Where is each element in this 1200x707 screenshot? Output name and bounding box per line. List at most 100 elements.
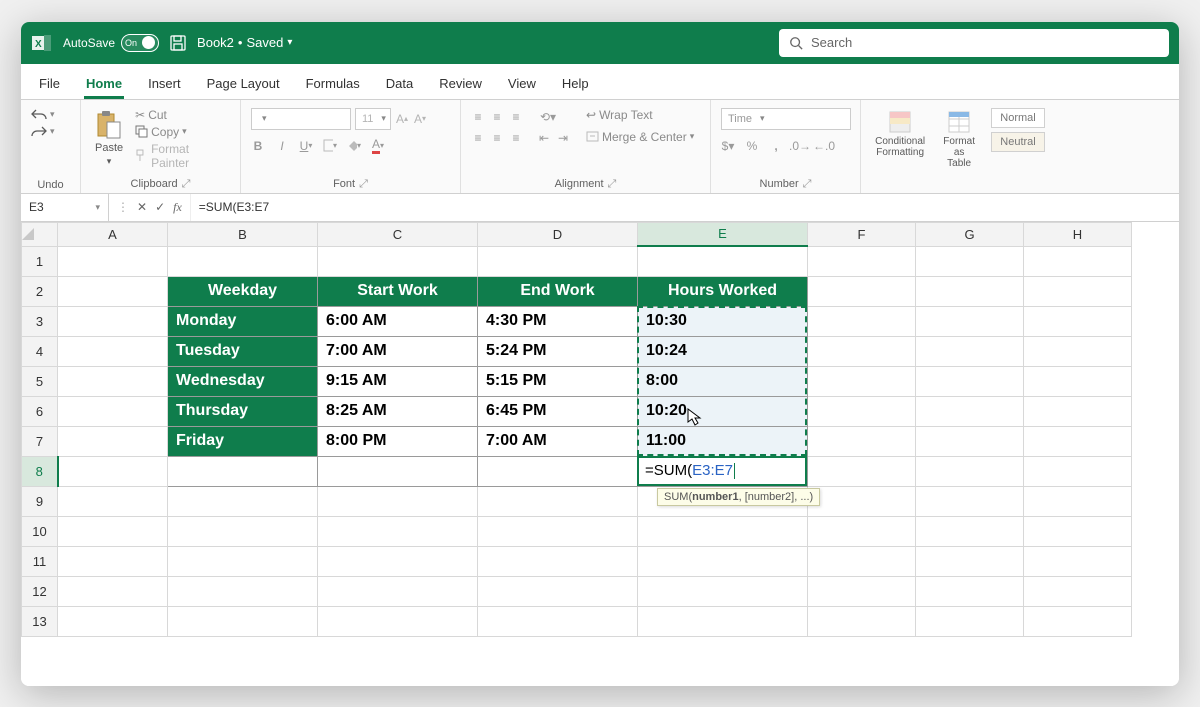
cell-B11[interactable] (168, 546, 318, 576)
tab-home[interactable]: Home (84, 68, 124, 99)
row-header-1[interactable]: 1 (22, 246, 58, 276)
col-header-G[interactable]: G (916, 222, 1024, 246)
cell-B9[interactable] (168, 486, 318, 516)
cell-H7[interactable] (1024, 426, 1132, 456)
cell-E1[interactable] (638, 246, 808, 276)
cell-E2[interactable]: Hours Worked (638, 276, 808, 306)
cell-E10[interactable] (638, 516, 808, 546)
style-neutral[interactable]: Neutral (991, 132, 1045, 152)
bold-button[interactable]: B (251, 139, 265, 153)
redo-button[interactable]: ▾ (31, 125, 55, 139)
font-size-select[interactable]: 11 (355, 108, 391, 130)
percent-icon[interactable]: % (745, 139, 759, 153)
cell-G9[interactable] (916, 486, 1024, 516)
col-header-A[interactable]: A (58, 222, 168, 246)
row-header-4[interactable]: 4 (22, 336, 58, 366)
style-normal[interactable]: Normal (991, 108, 1045, 128)
cell-B3[interactable]: Monday (168, 306, 318, 336)
cell-H4[interactable] (1024, 336, 1132, 366)
cell-D3[interactable]: 4:30 PM (478, 306, 638, 336)
cell-B10[interactable] (168, 516, 318, 546)
cell-G11[interactable] (916, 546, 1024, 576)
cell-F11[interactable] (808, 546, 916, 576)
tab-data[interactable]: Data (384, 68, 415, 99)
cell-C13[interactable] (318, 606, 478, 636)
save-icon[interactable] (169, 34, 187, 52)
cell-D10[interactable] (478, 516, 638, 546)
align-bottom-icon[interactable]: ≡ (509, 110, 523, 124)
cell-G4[interactable] (916, 336, 1024, 366)
font-name-select[interactable] (251, 108, 351, 130)
decrease-indent-icon[interactable]: ⇤ (537, 131, 551, 145)
row-header-2[interactable]: 2 (22, 276, 58, 306)
increase-decimal-icon[interactable]: .0→ (793, 139, 807, 153)
col-header-C[interactable]: C (318, 222, 478, 246)
cell-G3[interactable] (916, 306, 1024, 336)
name-box[interactable]: E3 ▾ (21, 194, 109, 221)
tab-review[interactable]: Review (437, 68, 484, 99)
number-format-select[interactable]: Time (721, 108, 851, 130)
cell-G13[interactable] (916, 606, 1024, 636)
italic-button[interactable]: I (275, 139, 289, 153)
cell-A4[interactable] (58, 336, 168, 366)
cell-E4[interactable]: 10:24 (638, 336, 808, 366)
cell-D13[interactable] (478, 606, 638, 636)
col-header-B[interactable]: B (168, 222, 318, 246)
cell-C6[interactable]: 8:25 AM (318, 396, 478, 426)
cell-B6[interactable]: Thursday (168, 396, 318, 426)
cell-C3[interactable]: 6:00 AM (318, 306, 478, 336)
fx-icon[interactable]: fx (173, 200, 182, 215)
col-header-F[interactable]: F (808, 222, 916, 246)
cell-E11[interactable] (638, 546, 808, 576)
tab-file[interactable]: File (37, 68, 62, 99)
cut-button[interactable]: ✂ Cut (135, 108, 230, 122)
tab-formulas[interactable]: Formulas (304, 68, 362, 99)
tab-page-layout[interactable]: Page Layout (205, 68, 282, 99)
cell-B5[interactable]: Wednesday (168, 366, 318, 396)
cell-F6[interactable] (808, 396, 916, 426)
cell-A12[interactable] (58, 576, 168, 606)
namebox-expand-icon[interactable]: ⋮ (117, 200, 129, 214)
cell-F1[interactable] (808, 246, 916, 276)
cell-F7[interactable] (808, 426, 916, 456)
tab-view[interactable]: View (506, 68, 538, 99)
cell-D7[interactable]: 7:00 AM (478, 426, 638, 456)
cell-G7[interactable] (916, 426, 1024, 456)
row-header-9[interactable]: 9 (22, 486, 58, 516)
cell-A7[interactable] (58, 426, 168, 456)
number-launcher[interactable]: ⤢ (803, 178, 812, 191)
grid-area[interactable]: ABCDEFGH12WeekdayStart WorkEnd WorkHours… (21, 222, 1179, 686)
select-all[interactable] (22, 222, 58, 246)
tab-help[interactable]: Help (560, 68, 591, 99)
conditional-formatting-button[interactable]: Conditional Formatting (871, 108, 929, 160)
cell-A9[interactable] (58, 486, 168, 516)
row-header-8[interactable]: 8 (22, 456, 58, 486)
cancel-formula-icon[interactable]: ✕ (137, 200, 147, 214)
cell-D4[interactable]: 5:24 PM (478, 336, 638, 366)
cell-H3[interactable] (1024, 306, 1132, 336)
align-middle-icon[interactable]: ≡ (490, 110, 504, 124)
border-button[interactable]: ▾ (323, 139, 337, 153)
copy-button[interactable]: Copy ▾ (135, 125, 230, 139)
cell-B4[interactable]: Tuesday (168, 336, 318, 366)
cell-B1[interactable] (168, 246, 318, 276)
cell-G10[interactable] (916, 516, 1024, 546)
format-as-table-button[interactable]: Format as Table (937, 108, 981, 171)
cell-H11[interactable] (1024, 546, 1132, 576)
cell-F2[interactable] (808, 276, 916, 306)
row-header-3[interactable]: 3 (22, 306, 58, 336)
cell-C1[interactable] (318, 246, 478, 276)
col-header-H[interactable]: H (1024, 222, 1132, 246)
cell-D11[interactable] (478, 546, 638, 576)
cell-F3[interactable] (808, 306, 916, 336)
increase-indent-icon[interactable]: ⇥ (556, 131, 570, 145)
cell-A13[interactable] (58, 606, 168, 636)
cell-H1[interactable] (1024, 246, 1132, 276)
cell-D2[interactable]: End Work (478, 276, 638, 306)
underline-button[interactable]: U▾ (299, 139, 313, 153)
cell-H8[interactable] (1024, 456, 1132, 486)
cell-H12[interactable] (1024, 576, 1132, 606)
cell-E13[interactable] (638, 606, 808, 636)
paste-button[interactable]: Paste ▾ (91, 108, 127, 169)
cell-F12[interactable] (808, 576, 916, 606)
